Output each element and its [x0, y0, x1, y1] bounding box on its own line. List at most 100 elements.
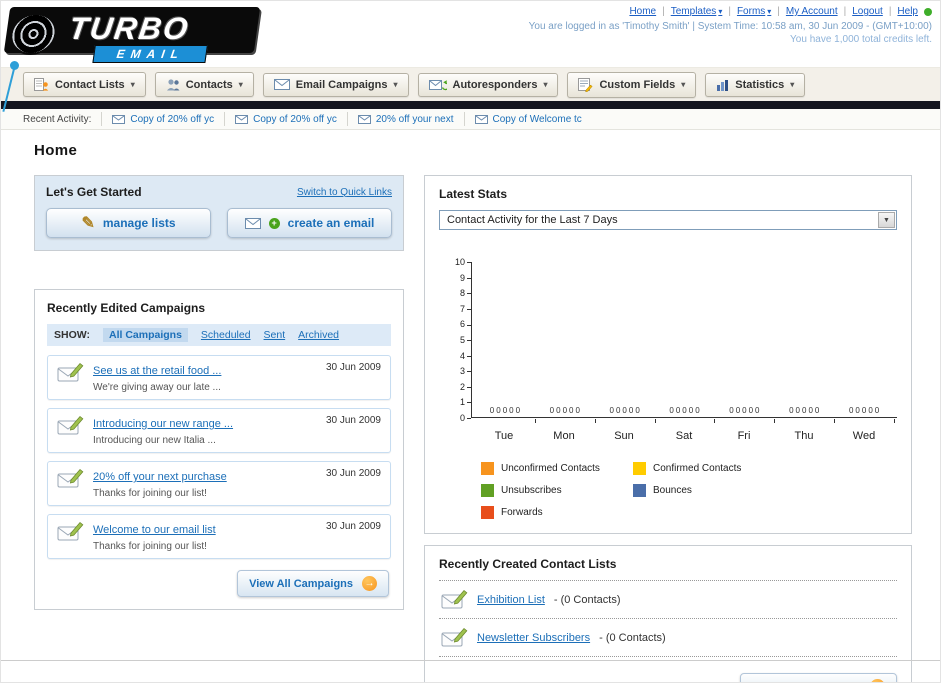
campaign-filters: SHOW: All Campaigns Scheduled Sent Archi…: [47, 324, 391, 346]
arrow-right-icon: →: [362, 576, 377, 591]
turbo-email-dashboard: TURBO EMAIL Home | Templates ▾ | Forms ▾ |…: [0, 0, 941, 683]
chevron-down-icon: ▾: [718, 7, 723, 16]
custom-fields-icon: [578, 77, 594, 92]
campaign-row: 20% off your next purchase Thanks for jo…: [47, 461, 391, 506]
arrow-right-icon: →: [870, 679, 885, 682]
get-started-panel: Let's Get Started Switch to Quick Links …: [34, 175, 404, 251]
y-axis-tick: 6: [460, 320, 471, 329]
campaigns-title: Recently Edited Campaigns: [47, 301, 206, 315]
legend-swatch: [633, 484, 646, 497]
filter-sent[interactable]: Sent: [264, 329, 286, 341]
chevron-down-icon: ▾: [238, 80, 243, 89]
recent-activity-item[interactable]: Copy of 20% off yc: [101, 112, 224, 126]
legend-swatch: [481, 462, 494, 475]
bar-value-label: 0: [635, 406, 640, 415]
campaign-link[interactable]: 20% off your next purchase: [93, 471, 227, 483]
logo-swirl-icon: [7, 13, 60, 55]
header-right: Home | Templates ▾ | Forms ▾ | My Account …: [529, 6, 932, 45]
chevron-down-icon: ▾: [790, 80, 795, 89]
legend-item: Confirmed Contacts: [633, 462, 785, 475]
bar-value-label: 0: [569, 406, 574, 415]
logo-title: TURBO: [66, 11, 192, 46]
bar-value-label: 0: [688, 406, 694, 415]
y-axis-tick: 5: [460, 335, 471, 344]
create-email-button[interactable]: + create an email: [227, 208, 392, 238]
legend-item: Unconfirmed Contacts: [481, 462, 633, 475]
right-column: Latest Stats Contact Activity for the La…: [424, 175, 912, 682]
legend-swatch: [481, 484, 494, 497]
bar-value-label: 0: [575, 406, 580, 415]
session-info: You are logged in as 'Timothy Smith' | S…: [528, 21, 932, 32]
chevron-down-icon: ▾: [767, 7, 772, 16]
header: TURBO EMAIL Home | Templates ▾ | Forms ▾ |…: [1, 1, 940, 112]
bar-value-label: 0: [502, 406, 508, 415]
view-all-campaigns-button[interactable]: View All Campaigns →: [237, 570, 389, 597]
turbo-email-logo[interactable]: TURBO EMAIL: [2, 5, 272, 112]
top-link-templates[interactable]: Templates ▾: [671, 6, 723, 17]
filter-scheduled[interactable]: Scheduled: [201, 329, 251, 341]
top-link-home[interactable]: Home: [629, 6, 656, 17]
recent-activity-item[interactable]: Copy of Welcome tc: [463, 112, 592, 126]
get-started-title: Let's Get Started: [46, 185, 142, 199]
bar-value-label: 0: [814, 406, 820, 415]
nav-tab-statistics[interactable]: Statistics ▾: [705, 72, 806, 97]
switch-quick-links[interactable]: Switch to Quick Links: [297, 187, 392, 198]
campaign-edit-icon: [57, 415, 84, 436]
contact-list-link[interactable]: Exhibition List: [477, 594, 545, 606]
y-axis-tick: 2: [460, 382, 471, 391]
y-axis-tick: 9: [460, 273, 471, 282]
legend-item: Unsubscribes: [481, 484, 633, 497]
top-link-help[interactable]: Help: [897, 6, 918, 17]
main-nav: Contact Lists ▾ Contacts ▾ Email Campaigns…: [1, 67, 940, 101]
bar-value-label: 0: [868, 406, 873, 415]
bar-value-label: 0: [735, 406, 741, 415]
nav-tab-contacts[interactable]: Contacts ▾: [154, 72, 254, 97]
bar-value-label: 0: [496, 406, 501, 415]
campaign-link[interactable]: See us at the retail food ...: [93, 365, 221, 377]
chart-legend: Unconfirmed Contacts Confirmed Contacts Un…: [481, 462, 897, 519]
bar-value-label: 0: [789, 406, 794, 415]
stats-filter-select[interactable]: Contact Activity for the Last 7 Days ▼: [439, 210, 897, 230]
campaign-link[interactable]: Welcome to our email list: [93, 524, 216, 536]
legend-label: Unconfirmed Contacts: [501, 463, 600, 474]
legend-item: Bounces: [633, 484, 785, 497]
bar-value-label: 0: [549, 406, 555, 415]
bar-value-label: 0: [675, 406, 681, 415]
nav-tab-custom-fields[interactable]: Custom Fields ▾: [567, 71, 697, 98]
latest-stats-panel: Latest Stats Contact Activity for the La…: [424, 175, 912, 534]
see-all-contact-lists-button[interactable]: See All Contact Lists →: [739, 673, 897, 682]
y-axis-tick: 7: [460, 304, 471, 313]
legend-label: Confirmed Contacts: [653, 463, 742, 474]
x-axis-label: Wed: [852, 430, 876, 442]
chart-bar-group: 00000: [475, 406, 536, 423]
footer-divider: [1, 660, 940, 661]
stats-title: Latest Stats: [439, 187, 508, 201]
top-link-logout[interactable]: Logout: [852, 6, 883, 17]
legend-label: Unsubscribes: [501, 485, 562, 496]
list-edit-icon: [441, 589, 468, 610]
bar-value-label: 0: [808, 406, 813, 415]
filter-all-campaigns[interactable]: All Campaigns: [102, 328, 188, 342]
filter-archived[interactable]: Archived: [298, 329, 339, 341]
envelope-icon: [235, 114, 249, 124]
chart-bar-group: 00000: [535, 406, 596, 423]
manage-lists-button[interactable]: ✎ manage lists: [46, 208, 211, 238]
campaign-link[interactable]: Introducing our new range ...: [93, 418, 233, 430]
contact-list-link[interactable]: Newsletter Subscribers: [477, 632, 590, 644]
bar-value-label: 0: [748, 406, 754, 415]
chart-x-axis: Tue Mon Sun Sat Fri Thu Wed: [471, 422, 897, 442]
top-link-forms[interactable]: Forms ▾: [737, 6, 771, 17]
top-link-my-account[interactable]: My Account: [786, 6, 838, 17]
bar-value-label: 0: [628, 406, 634, 415]
recent-activity-item[interactable]: Copy of 20% off yc: [224, 112, 347, 126]
bar-value-label: 0: [622, 406, 627, 415]
bar-value-label: 0: [802, 406, 807, 415]
recent-activity-item[interactable]: 20% off your next: [346, 112, 464, 126]
contact-list-item: Newsletter Subscribers - (0 Contacts): [439, 619, 897, 657]
bar-value-label: 0: [729, 406, 734, 415]
help-icon[interactable]: [924, 7, 932, 16]
nav-tab-contact-lists[interactable]: Contact Lists ▾: [23, 72, 146, 97]
logo-subtitle: EMAIL: [92, 45, 209, 63]
nav-tab-autoresponders[interactable]: Autoresponders ▾: [417, 72, 559, 97]
nav-tab-email-campaigns[interactable]: Email Campaigns ▾: [262, 72, 409, 97]
